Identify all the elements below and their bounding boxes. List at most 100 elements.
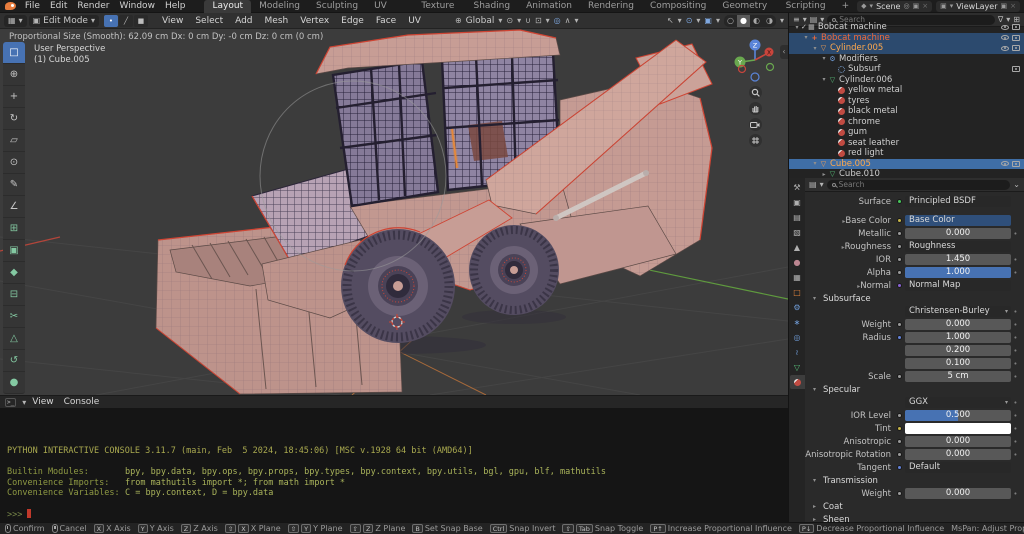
section-sheen[interactable]: ▸Sheen	[805, 513, 1024, 522]
outliner-row[interactable]: Subsurf	[789, 64, 1024, 75]
console-prompt[interactable]: >>>	[7, 509, 781, 521]
workspace-tab-shading[interactable]: Shading	[466, 0, 519, 13]
loop-cut-tool[interactable]: ⊟	[3, 284, 25, 306]
orientation-label[interactable]: Global	[466, 16, 495, 26]
value-slider[interactable]: 0.100	[905, 358, 1011, 369]
workspace-tab-animation[interactable]: Animation	[518, 0, 580, 13]
visibility-eye-icon[interactable]	[1001, 46, 1009, 51]
render-camera-icon[interactable]	[1012, 24, 1020, 30]
section-transmission[interactable]: ▾Transmission	[805, 474, 1024, 487]
workspace-tab-texture-paint[interactable]: Texture Paint	[413, 0, 465, 13]
camera-view-icon[interactable]	[749, 118, 762, 131]
properties-tab-object-data[interactable]: ▽	[790, 360, 805, 374]
viewport-menu-face[interactable]: Face	[370, 16, 402, 26]
render-camera-icon[interactable]	[1012, 161, 1020, 167]
properties-tab-object[interactable]: □	[790, 285, 805, 299]
properties-tab-view-layer[interactable]: ▧	[790, 225, 805, 239]
axis-gizmo[interactable]: Z Y X	[732, 37, 778, 83]
decorator-dot[interactable]: •	[1011, 308, 1020, 316]
sidebar-toggle[interactable]: ‹	[780, 45, 788, 59]
dropdown[interactable]: Christensen-Burley▾	[905, 306, 1011, 317]
properties-tab-scene[interactable]: ▲	[790, 240, 805, 254]
value-slider[interactable]: 0.000	[905, 319, 1011, 330]
properties-editor-icon[interactable]: ▤	[809, 180, 817, 189]
color-swatch[interactable]	[905, 423, 1011, 434]
shading-rendered-icon[interactable]: ◑	[763, 15, 776, 27]
decorator-dot[interactable]: •	[1011, 412, 1020, 420]
pivot-point-icon[interactable]: ⊙	[506, 16, 513, 25]
menu-file[interactable]: File	[20, 1, 45, 11]
value-slider[interactable]: 0.000	[905, 488, 1011, 499]
3d-viewport[interactable]: Proportional Size (Smooth): 62.09 cm Dx:…	[0, 29, 788, 395]
knife-tool[interactable]: ✂	[3, 306, 25, 328]
python-console[interactable]: >_ ▾ ViewConsole PYTHON INTERACTIVE CONS…	[0, 395, 788, 522]
value-slider[interactable]: 0.000	[905, 436, 1011, 447]
editor-type-button[interactable]: ▦ ▾	[4, 15, 27, 27]
workspace-tab-uv-editing[interactable]: UV Editing	[366, 0, 413, 13]
proportional-editing-icon[interactable]: ◎	[554, 16, 561, 25]
decorator-dot[interactable]: •	[1011, 269, 1020, 277]
properties-tab-collection[interactable]: ▦	[790, 270, 805, 284]
decorator-dot[interactable]: •	[1011, 373, 1020, 381]
workspace-tab-scripting[interactable]: Scripting	[778, 0, 834, 13]
zoom-tool-icon[interactable]	[749, 86, 762, 99]
snap-target-icon[interactable]: ⊡	[535, 16, 542, 25]
outliner-row[interactable]: chrome	[789, 117, 1024, 128]
shading-solid-icon[interactable]: ●	[737, 15, 750, 27]
menu-window[interactable]: Window	[114, 1, 160, 11]
outliner-row[interactable]: ▾▽Cylinder.005	[789, 43, 1024, 54]
workspace-tab-geometry-nodes[interactable]: Geometry Nodes	[714, 0, 777, 13]
node-field[interactable]: Principled BSDF	[905, 196, 1011, 207]
blender-logo-icon[interactable]	[5, 2, 16, 10]
workspace-tab-compositing[interactable]: Compositing	[642, 0, 714, 13]
node-field[interactable]: Roughness	[905, 241, 1011, 252]
copy-icon[interactable]: ▣	[1001, 2, 1008, 10]
visibility-eye-icon[interactable]	[1001, 35, 1009, 40]
value-slider[interactable]: 0.000	[905, 228, 1011, 239]
workspace-tab-layout[interactable]: Layout	[204, 0, 251, 13]
workspace-tab-modeling[interactable]: Modeling	[251, 0, 308, 13]
show-overlays-icon[interactable]: ⊙	[686, 16, 693, 25]
outliner-row[interactable]: black metal	[789, 106, 1024, 117]
decorator-dot[interactable]: •	[1011, 399, 1020, 407]
outliner-row[interactable]: ▾+Bobcat machine	[789, 33, 1024, 44]
decorator-dot[interactable]: •	[1011, 334, 1020, 342]
smooth-tool[interactable]: ●	[3, 372, 25, 394]
properties-tab-particles[interactable]: ∗	[790, 315, 805, 329]
workspace-tab-+[interactable]: +	[834, 0, 858, 13]
outliner-row[interactable]: ▾▽Cylinder.006	[789, 75, 1024, 86]
properties-tab-tool[interactable]: ⚒	[790, 180, 805, 194]
face-select-button[interactable]: ■	[134, 15, 148, 27]
value-slider[interactable]: 0.000	[905, 449, 1011, 460]
outliner-row[interactable]: seat leather	[789, 138, 1024, 149]
console-body[interactable]: PYTHON INTERACTIVE CONSOLE 3.11.7 (main,…	[0, 408, 788, 522]
render-camera-icon[interactable]	[1012, 66, 1020, 72]
snap-magnet-icon[interactable]: ∪	[525, 16, 531, 25]
viewport-menu-view[interactable]: View	[156, 16, 189, 26]
render-camera-icon[interactable]	[1012, 35, 1020, 41]
properties-tab-render[interactable]: ▣	[790, 195, 805, 209]
viewport-menu-mesh[interactable]: Mesh	[259, 16, 295, 26]
inset-faces-tool[interactable]: ▣	[3, 240, 25, 262]
rotate-tool[interactable]: ↻	[3, 108, 25, 130]
viewport-menu-select[interactable]: Select	[189, 16, 229, 26]
viewport-menu-vertex[interactable]: Vertex	[294, 16, 335, 26]
render-camera-icon[interactable]	[1012, 45, 1020, 51]
value-slider[interactable]: 1.000	[905, 332, 1011, 343]
falloff-curve-icon[interactable]: ∧	[565, 16, 571, 25]
decorator-dot[interactable]: •	[1011, 321, 1020, 329]
properties-tab-output[interactable]: ▤	[790, 210, 805, 224]
properties-tab-modifiers[interactable]: ⚙	[790, 300, 805, 314]
copy-icon[interactable]: ▣	[913, 2, 920, 10]
outliner-row[interactable]: red light	[789, 148, 1024, 159]
decorator-dot[interactable]: •	[1011, 256, 1020, 264]
perspective-toggle-icon[interactable]	[749, 134, 762, 147]
value-slider[interactable]: 0.200	[905, 345, 1011, 356]
decorator-dot[interactable]: •	[1011, 490, 1020, 498]
bevel-tool[interactable]: ◆	[3, 262, 25, 284]
menu-help[interactable]: Help	[160, 1, 191, 11]
outliner-row[interactable]: ▾⚙Modifiers	[789, 54, 1024, 65]
section-subsurface[interactable]: ▾Subsurface	[805, 292, 1024, 305]
value-slider[interactable]: 5 cm	[905, 371, 1011, 382]
outliner-row[interactable]: yellow metal	[789, 85, 1024, 96]
